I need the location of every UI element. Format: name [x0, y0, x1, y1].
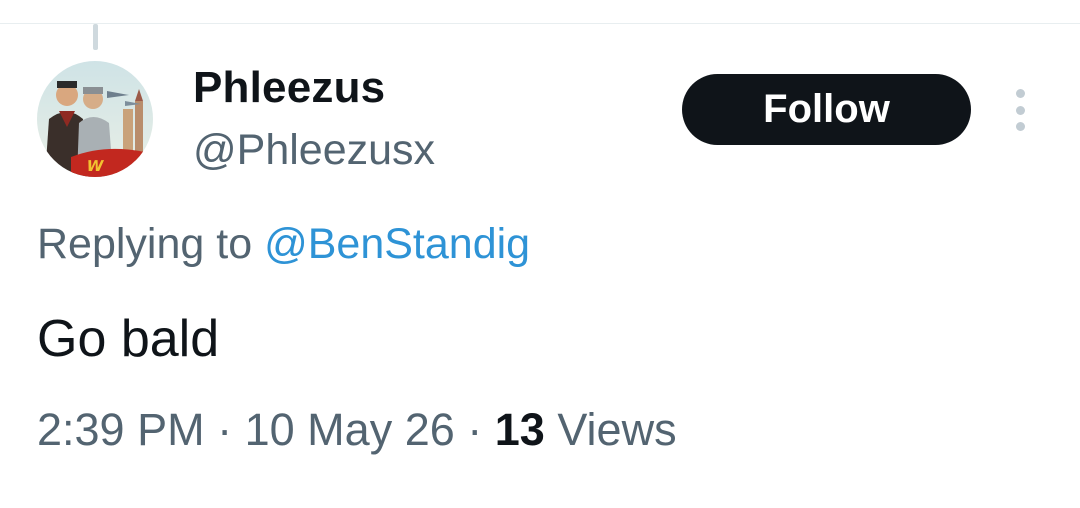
- tweet-meta: 2:39 PM · 10 May 26 · 13 Views: [37, 404, 677, 456]
- thread-connector-line: [93, 24, 98, 50]
- meta-separator: ·: [467, 404, 483, 455]
- author-handle[interactable]: @Phleezusx: [193, 126, 435, 174]
- more-dot: [1015, 122, 1025, 131]
- tweet-date[interactable]: 10 May 26: [245, 404, 455, 455]
- profile-avatar-icon: W: [37, 61, 153, 177]
- top-divider: [0, 23, 1080, 24]
- avatar[interactable]: W: [37, 61, 153, 177]
- more-dot: [1015, 105, 1025, 115]
- replying-to-prefix: Replying to: [37, 220, 253, 268]
- replying-to-mention[interactable]: @BenStandig: [264, 220, 530, 268]
- meta-separator: ·: [217, 404, 233, 455]
- views-count: 13: [494, 404, 545, 455]
- views-label: Views: [557, 404, 677, 455]
- replying-to-line: Replying to @BenStandig: [37, 219, 530, 269]
- more-options-icon[interactable]: [1004, 86, 1036, 134]
- tweet-time[interactable]: 2:39 PM: [37, 404, 205, 455]
- author-display-name[interactable]: Phleezus: [193, 64, 385, 112]
- tweet-text: Go bald: [37, 310, 220, 368]
- follow-button[interactable]: Follow: [682, 74, 971, 145]
- more-dot: [1015, 89, 1025, 98]
